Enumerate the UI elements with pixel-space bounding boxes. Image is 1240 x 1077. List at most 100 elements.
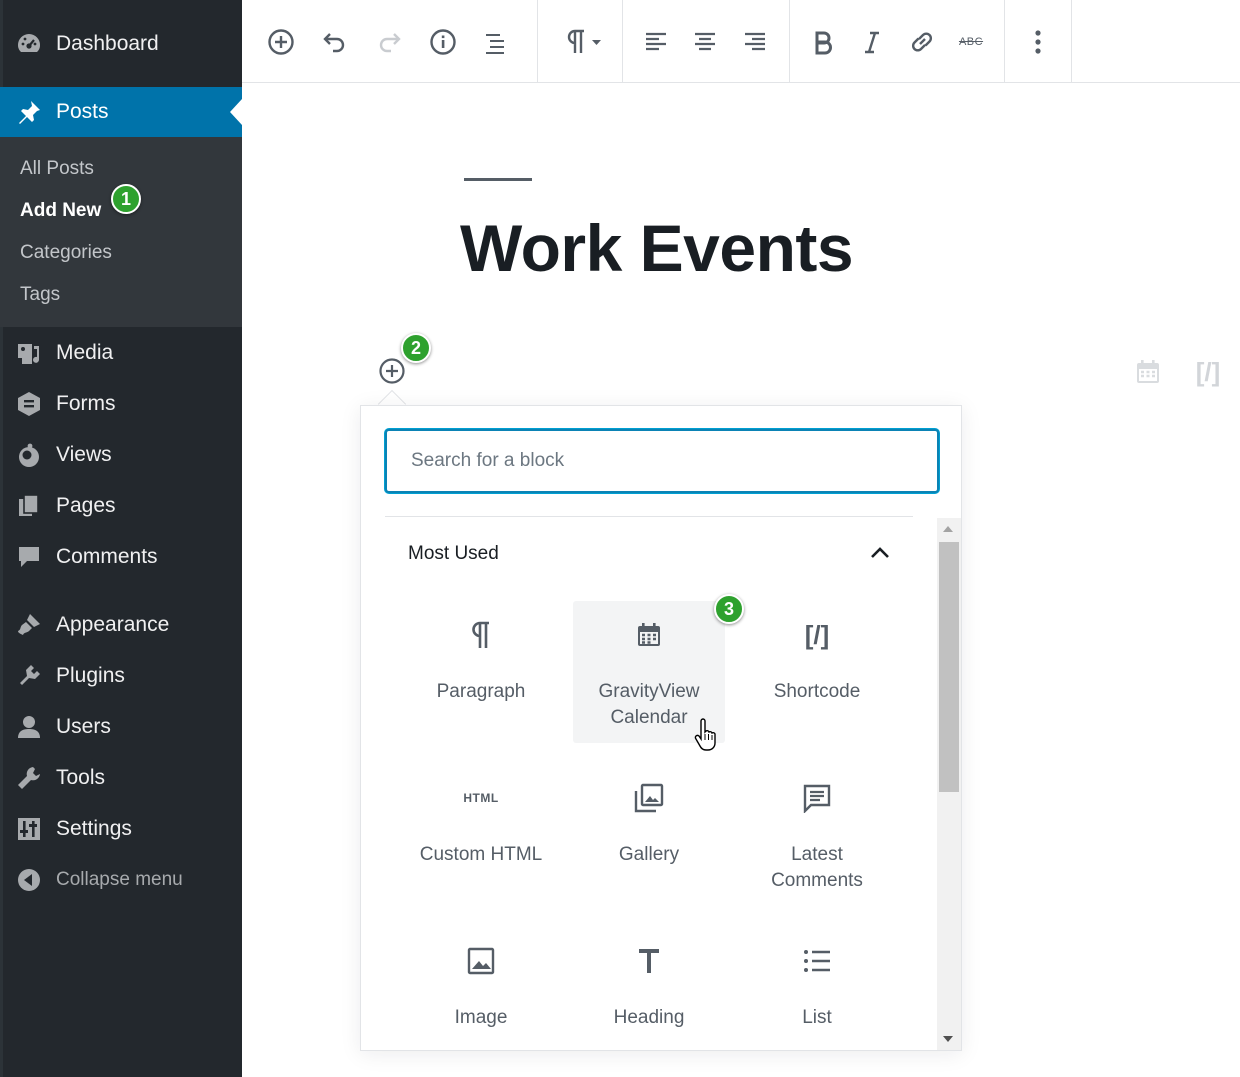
sidebar-item-plugins[interactable]: Plugins xyxy=(0,651,242,701)
block-latest-comments[interactable]: Latest Comments xyxy=(741,764,893,906)
submenu-tags[interactable]: Tags xyxy=(20,284,60,306)
bold-button[interactable] xyxy=(805,22,841,62)
sidebar-item-label: Tools xyxy=(56,766,106,789)
post-title[interactable]: Work Events xyxy=(460,210,854,286)
scroll-up-arrow[interactable] xyxy=(943,526,953,532)
shortcode-icon: [/] xyxy=(741,617,893,653)
block-label: Latest Comments xyxy=(771,844,863,891)
sidebar-item-comments[interactable]: Comments xyxy=(0,532,242,582)
toolbar-divider xyxy=(789,0,790,83)
editor-toolbar: ABC xyxy=(242,0,1240,83)
block-image[interactable]: Image xyxy=(405,927,557,1069)
comments-list-icon xyxy=(741,780,893,816)
sidebar-item-media[interactable]: Media xyxy=(0,328,242,378)
block-shortcode[interactable]: [/] Shortcode xyxy=(741,601,893,743)
panel-divider xyxy=(385,516,913,517)
block-gallery[interactable]: Gallery xyxy=(573,764,725,906)
block-label: Heading xyxy=(613,1007,685,1028)
calendar-icon xyxy=(573,617,725,653)
panel-title-most-used[interactable]: Most Used xyxy=(408,543,499,565)
link-icon xyxy=(911,32,933,52)
block-custom-html[interactable]: HTML Custom HTML xyxy=(405,764,557,906)
step-badge-3: 3 xyxy=(714,594,744,624)
sidebar-item-label: Comments xyxy=(56,545,158,568)
wrench-icon xyxy=(16,765,42,791)
align-center-button[interactable] xyxy=(687,22,723,62)
sidebar-item-views[interactable]: Views xyxy=(0,430,242,480)
forms-icon xyxy=(16,391,42,417)
caret-down-icon xyxy=(592,40,601,45)
paragraph-style-button[interactable] xyxy=(554,22,610,62)
inline-inserter-button[interactable] xyxy=(377,356,407,386)
align-center-icon xyxy=(695,32,715,51)
toolbar-divider xyxy=(622,0,623,83)
sidebar-item-tools[interactable]: Tools xyxy=(0,753,242,803)
strikethrough-button[interactable]: ABC xyxy=(953,22,989,62)
submenu-add-new[interactable]: Add New xyxy=(20,200,101,222)
block-list[interactable]: List xyxy=(741,927,893,1069)
sidebar-item-label: Posts xyxy=(56,100,109,123)
redo-button[interactable] xyxy=(371,22,407,62)
block-heading[interactable]: Heading xyxy=(573,927,725,1069)
html-icon-text: HTML xyxy=(463,791,499,805)
paragraph-icon xyxy=(567,29,584,53)
sidebar-item-label: Media xyxy=(56,341,114,364)
block-paragraph[interactable]: Paragraph xyxy=(405,601,557,743)
align-left-button[interactable] xyxy=(638,22,674,62)
undo-button[interactable] xyxy=(317,22,353,62)
sidebar-item-forms[interactable]: Forms xyxy=(0,379,242,429)
sidebar-item-dashboard[interactable]: Dashboard xyxy=(0,19,242,69)
sidebar-item-pages[interactable]: Pages xyxy=(0,481,242,531)
sidebar-item-label: Views xyxy=(56,443,112,466)
block-label: Gallery xyxy=(618,844,680,865)
scrollbar-thumb[interactable] xyxy=(939,542,959,792)
quick-calendar-button[interactable] xyxy=(1131,355,1165,389)
redo-icon xyxy=(379,33,401,53)
collapse-arrow-icon xyxy=(16,867,42,893)
inserter-scrollbar[interactable] xyxy=(937,518,961,1050)
sidebar-item-posts[interactable]: Posts xyxy=(0,87,242,137)
views-icon xyxy=(16,442,42,468)
gallery-icon xyxy=(573,780,725,816)
user-icon xyxy=(16,714,42,740)
outline-icon xyxy=(486,34,504,54)
sidebar-item-appearance[interactable]: Appearance xyxy=(0,600,242,650)
quick-shortcode-button[interactable]: [/] xyxy=(1191,355,1225,389)
sidebar-item-label: Appearance xyxy=(56,613,170,636)
panel-collapse-button[interactable] xyxy=(865,538,895,568)
chevron-up-icon xyxy=(871,547,889,558)
paintbrush-icon xyxy=(16,612,42,638)
outline-button[interactable] xyxy=(479,22,515,62)
html-icon: HTML xyxy=(405,780,557,816)
pushpin-icon xyxy=(16,99,42,125)
heading-icon xyxy=(573,943,725,979)
submenu-categories[interactable]: Categories xyxy=(20,242,112,264)
block-label: Custom HTML xyxy=(419,844,543,865)
media-icon xyxy=(16,340,42,366)
plus-circle-icon xyxy=(379,358,405,384)
submenu-all-posts[interactable]: All Posts xyxy=(20,158,94,180)
info-button[interactable] xyxy=(425,22,461,62)
list-icon xyxy=(741,943,893,979)
plus-circle-icon xyxy=(268,29,294,55)
align-right-button[interactable] xyxy=(737,22,773,62)
add-block-button[interactable] xyxy=(263,22,299,62)
italic-icon xyxy=(865,31,879,54)
toolbar-divider xyxy=(1071,0,1072,83)
shortcode-icon: [/] xyxy=(1195,356,1221,387)
scroll-down-arrow[interactable] xyxy=(943,1036,953,1042)
block-search-input[interactable] xyxy=(385,429,939,493)
link-button[interactable] xyxy=(904,22,940,62)
block-label: List xyxy=(802,1007,832,1028)
title-separator xyxy=(464,178,532,181)
sidebar-item-settings[interactable]: Settings xyxy=(0,804,242,854)
more-options-button[interactable] xyxy=(1020,22,1056,62)
settings-icon xyxy=(16,816,42,842)
collapse-menu-button[interactable]: Collapse menu xyxy=(0,855,242,905)
sidebar-item-users[interactable]: Users xyxy=(0,702,242,752)
sidebar-item-label: Users xyxy=(56,715,111,738)
admin-sidebar: Dashboard Posts All Posts Add New Catego… xyxy=(0,0,242,1077)
align-left-icon xyxy=(646,32,666,51)
italic-button[interactable] xyxy=(854,22,890,62)
block-label: Shortcode xyxy=(773,681,861,702)
